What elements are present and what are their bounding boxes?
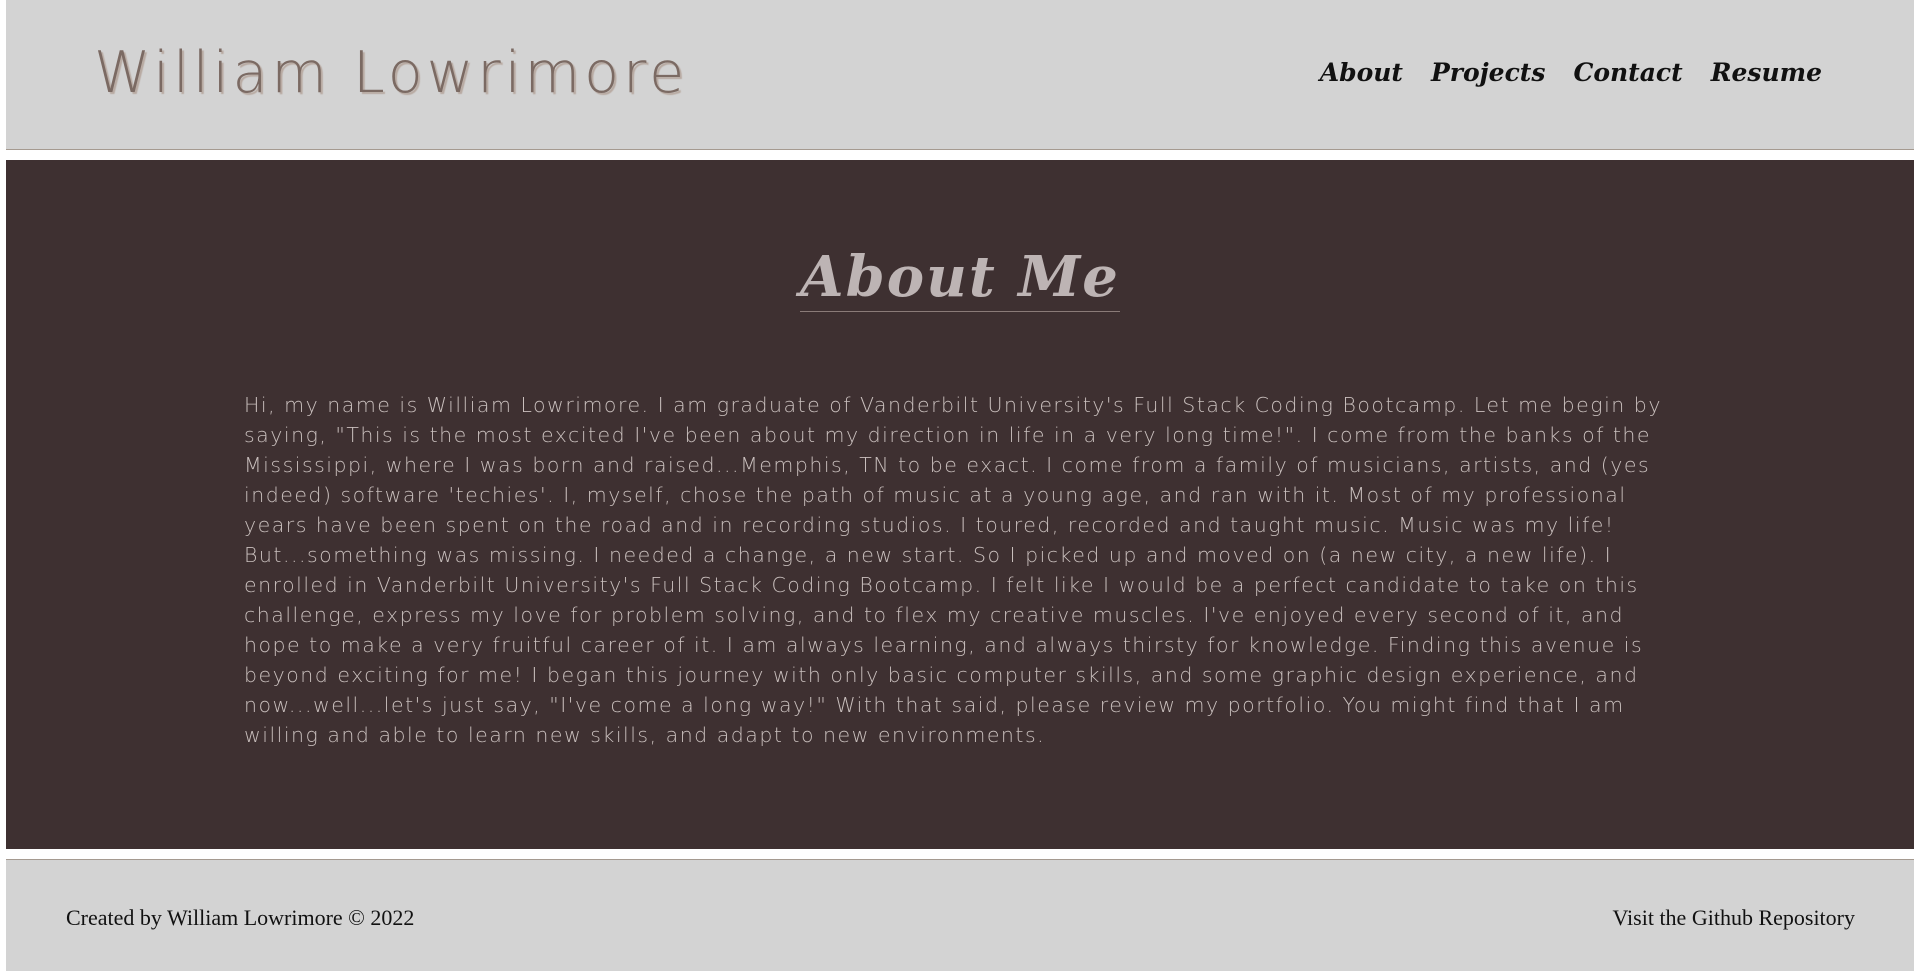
footer-credit: Created by William Lowrimore © 2022 <box>66 905 415 930</box>
about-section: About Me Hi, my name is William Lowrimor… <box>6 160 1914 849</box>
nav-link-contact[interactable]: Contact <box>1573 58 1682 87</box>
main-nav: About Projects Contact Resume <box>1320 58 1822 87</box>
site-title: William Lowrimore <box>94 40 689 106</box>
site-footer: Created by William Lowrimore © 2022 Visi… <box>6 859 1914 971</box>
about-paragraph: Hi, my name is William Lowrimore. I am g… <box>244 393 1662 747</box>
about-heading-text: About Me <box>800 244 1120 312</box>
about-heading: About Me <box>6 248 1914 312</box>
nav-link-projects[interactable]: Projects <box>1431 58 1545 87</box>
nav-link-resume[interactable]: Resume <box>1711 58 1822 87</box>
nav-link-about[interactable]: About <box>1320 58 1403 87</box>
github-repo-link[interactable]: Visit the Github Repository <box>1612 905 1855 931</box>
site-header: William Lowrimore About Projects Contact… <box>6 0 1914 150</box>
